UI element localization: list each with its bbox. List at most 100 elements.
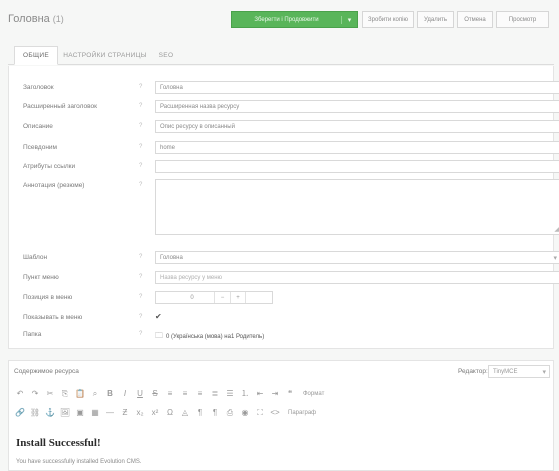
toolbar-row-2: 🔗 ⛓ ⚓ 🖼 ▣ ▦ ― Ƶ x₂ x² Ω ◬ ¶ ¶ ⎙ ◉ ⛶ <> П… <box>14 403 554 422</box>
chevron-down-icon[interactable]: ▾ <box>341 15 357 24</box>
menu-index-stepper[interactable]: 0 − + <box>155 291 273 304</box>
parent-value: 0 (Українська (мова) на1 Родитель) <box>166 334 265 340</box>
field-label-summary: Аннотация (резюме) <box>23 182 85 189</box>
undo-icon[interactable]: ↶ <box>14 387 26 400</box>
italic-icon[interactable]: I <box>119 387 131 400</box>
tab-bar: ОБЩИЕ НАСТРОЙКИ СТРАНИЦЫ SEO <box>8 46 554 65</box>
numbered-list-icon[interactable]: ⒈ <box>239 387 251 400</box>
field-label-show-in-menu: Показывать в меню <box>23 314 83 321</box>
special-char-icon[interactable]: Ω <box>164 406 176 419</box>
align-justify-icon[interactable]: ≣ <box>209 387 221 400</box>
clear-format-icon[interactable]: Ƶ <box>119 406 131 419</box>
duplicate-button[interactable]: Зробити копію <box>362 11 414 28</box>
paste-icon[interactable]: 📋 <box>74 387 86 400</box>
image-icon[interactable]: 🖼 <box>59 406 71 419</box>
media-icon[interactable]: ▣ <box>74 406 86 419</box>
help-icon[interactable]: ? <box>139 331 142 337</box>
editor-label: Редактор: <box>458 368 488 375</box>
unlink-icon[interactable]: ⛓ <box>29 406 41 419</box>
paragraph-dropdown[interactable]: Параграф <box>288 410 316 416</box>
alias-input[interactable]: home <box>155 141 559 154</box>
cancel-button[interactable]: Отмена <box>457 11 493 28</box>
visual-aid-icon[interactable]: ◬ <box>179 406 191 419</box>
tab-general[interactable]: ОБЩИЕ <box>14 46 58 65</box>
general-form: Заголовок ? Головна Расширенный заголово… <box>8 66 559 349</box>
content-heading[interactable]: Install Successful! <box>16 437 101 449</box>
page-title-text: Головна <box>8 13 50 25</box>
outdent-icon[interactable]: ⇤ <box>254 387 266 400</box>
find-icon[interactable]: ⌕ <box>89 387 101 400</box>
plus-button[interactable]: + <box>230 292 246 303</box>
editor-toolbar: ↶ ↷ ✂ ⎘ 📋 ⌕ B I U S ≡ ≡ ≡ ≣ ☰ ⒈ ⇤ ⇥ ❝ Фо… <box>14 384 554 424</box>
bold-icon[interactable]: B <box>104 387 116 400</box>
summary-textarea[interactable]: ◢ <box>155 179 559 235</box>
link-attributes-input[interactable] <box>155 160 559 173</box>
page-title: Головна (1) <box>8 13 64 25</box>
delete-button[interactable]: Удалить <box>417 11 454 28</box>
template-select[interactable]: Головна <box>155 251 559 264</box>
fullscreen-icon[interactable]: ⛶ <box>254 406 266 419</box>
help-icon[interactable]: ? <box>139 144 142 150</box>
field-label-description: Описание <box>23 123 53 130</box>
help-icon[interactable]: ? <box>139 84 142 90</box>
underline-icon[interactable]: U <box>134 387 146 400</box>
help-icon[interactable]: ? <box>139 254 142 260</box>
code-icon[interactable]: <> <box>269 406 281 419</box>
subscript-icon[interactable]: x₂ <box>134 406 146 419</box>
cut-icon[interactable]: ✂ <box>44 387 56 400</box>
folder-icon: 🗀 <box>155 331 163 340</box>
field-label-parent: Папка <box>23 331 42 338</box>
bullet-list-icon[interactable]: ☰ <box>224 387 236 400</box>
show-in-menu-checkbox[interactable]: ✔ <box>155 312 162 321</box>
copy-icon[interactable]: ⎘ <box>59 387 71 400</box>
content-section-title: Содержимое ресурса <box>14 368 79 375</box>
align-center-icon[interactable]: ≡ <box>179 387 191 400</box>
page-title-count: (1) <box>52 14 64 24</box>
align-left-icon[interactable]: ≡ <box>164 387 176 400</box>
tab-seo[interactable]: SEO <box>152 46 180 65</box>
field-label-alias: Псевдоним <box>23 144 58 151</box>
help-icon[interactable]: ? <box>139 163 142 169</box>
field-label-menu-index: Позиция в меню <box>23 294 73 301</box>
format-dropdown[interactable]: Формат <box>303 391 324 397</box>
field-label-template: Шаблон <box>23 254 48 261</box>
longtitle-input[interactable]: Расширенная назва ресурсу <box>155 100 559 113</box>
table-icon[interactable]: ▦ <box>89 406 101 419</box>
help-icon[interactable]: ? <box>139 182 142 188</box>
superscript-icon[interactable]: x² <box>149 406 161 419</box>
tab-page-settings[interactable]: НАСТРОЙКИ СТРАНИЦЫ <box>62 46 148 65</box>
redo-icon[interactable]: ↷ <box>29 387 41 400</box>
strikethrough-icon[interactable]: S <box>149 387 161 400</box>
menu-title-input[interactable]: Назва ресурсу у меню <box>155 271 559 284</box>
hr-icon[interactable]: ― <box>104 406 116 419</box>
field-label-longtitle: Расширенный заголовок <box>23 103 97 110</box>
field-label-link-attributes: Атрибуты ссылки <box>23 163 76 170</box>
toolbar-row-1: ↶ ↷ ✂ ⎘ 📋 ⌕ B I U S ≡ ≡ ≡ ≣ ☰ ⒈ ⇤ ⇥ ❝ Фо… <box>14 384 554 403</box>
rtl-icon[interactable]: ¶ <box>209 406 221 419</box>
field-label-title: Заголовок <box>23 84 54 91</box>
anchor-icon[interactable]: ⚓ <box>44 406 56 419</box>
blockquote-icon[interactable]: ❝ <box>284 387 296 400</box>
preview-button[interactable]: Просмотр <box>496 11 549 28</box>
help-icon[interactable]: ? <box>139 103 142 109</box>
content-paragraph[interactable]: You have successfully installed Evolutio… <box>16 459 142 465</box>
editor-select[interactable]: TinyMCE <box>488 365 550 378</box>
indent-icon[interactable]: ⇥ <box>269 387 281 400</box>
parent-selector[interactable]: 🗀 0 (Українська (мова) на1 Родитель) <box>155 330 264 344</box>
stepper-spacer <box>156 292 170 303</box>
help-icon[interactable]: ? <box>139 314 142 320</box>
help-icon[interactable]: ? <box>139 294 142 300</box>
preview-icon[interactable]: ◉ <box>239 406 251 419</box>
save-continue-button[interactable]: Зберегти і Продовжити ▾ <box>231 11 358 28</box>
title-input[interactable]: Головна <box>155 81 559 94</box>
help-icon[interactable]: ? <box>139 123 142 129</box>
help-icon[interactable]: ? <box>139 274 142 280</box>
minus-button[interactable]: − <box>214 292 230 303</box>
resize-handle-icon[interactable]: ◢ <box>554 226 559 233</box>
description-input[interactable]: Опис ресурсу в описанный <box>155 120 559 133</box>
print-icon[interactable]: ⎙ <box>224 406 236 419</box>
menu-index-value[interactable]: 0 <box>170 292 214 303</box>
link-icon[interactable]: 🔗 <box>14 406 26 419</box>
ltr-icon[interactable]: ¶ <box>194 406 206 419</box>
align-right-icon[interactable]: ≡ <box>194 387 206 400</box>
